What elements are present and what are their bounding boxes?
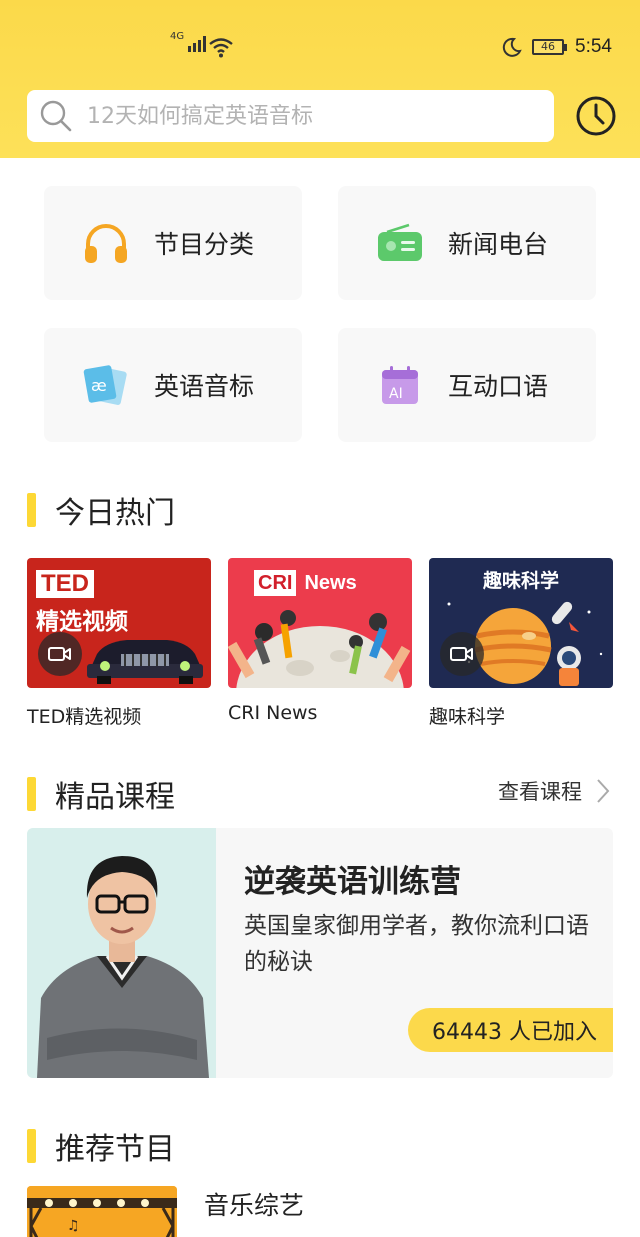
course-title: 逆袭英语训练营 — [244, 864, 461, 900]
course-description: 英国皇家御用学者，教你流利口语的秘诀 — [244, 913, 589, 975]
section-title-courses: 精品课程 — [27, 772, 175, 816]
svg-text:æ: æ — [91, 376, 107, 395]
category-label: 互动口语 — [448, 372, 549, 401]
cri-news-thumbnail: CRI News — [228, 558, 412, 688]
category-label: 节目分类 — [154, 230, 255, 259]
section-title-hot: 今日热门 — [27, 488, 175, 532]
hot-item-caption: CRI News — [228, 702, 318, 724]
video-badge — [440, 632, 484, 676]
network-type: 4G — [170, 31, 185, 42]
hot-item-fun-science[interactable]: 趣味科学 趣味科学 — [429, 558, 613, 729]
cri-logo: CRI News — [254, 570, 357, 596]
search-input[interactable] — [87, 103, 537, 129]
microphones-illustration — [228, 610, 411, 688]
section-marker — [27, 1129, 36, 1163]
category-label: 英语音标 — [154, 372, 255, 401]
category-programs[interactable]: 节目分类 — [44, 186, 302, 300]
chevron-right-icon — [597, 779, 610, 803]
svg-text:AI: AI — [389, 386, 403, 402]
course-card[interactable]: 逆袭英语训练营 英国皇家御用学者，教你流利口语的秘诀 64443 人已加入 — [27, 828, 613, 1078]
category-interactive-speaking[interactable]: AI 互动口语 — [338, 328, 596, 442]
headphones-icon — [82, 219, 130, 267]
hot-item-caption: TED精选视频 — [27, 706, 142, 728]
video-camera-icon — [450, 647, 473, 661]
phonetic-card-icon: æ — [82, 361, 130, 409]
search-bar[interactable] — [27, 90, 554, 142]
recommend-item-title: 音乐综艺 — [204, 1191, 305, 1220]
view-courses-link[interactable]: 查看课程 — [498, 776, 614, 806]
hot-item-ted[interactable]: TED 精选视频 TED精选视频 — [27, 558, 211, 729]
hot-item-caption: 趣味科学 — [429, 706, 506, 728]
ted-logo: TED — [36, 570, 94, 598]
search-icon — [40, 100, 72, 132]
car-illustration — [87, 640, 203, 684]
section-marker — [27, 777, 36, 811]
recommend-thumbnail[interactable]: ♫ — [27, 1186, 177, 1237]
history-clock-icon[interactable] — [574, 94, 618, 138]
battery-indicator: 46 — [532, 39, 567, 55]
joined-count-badge: 64443 人已加入 — [408, 1008, 613, 1052]
ted-thumbnail: TED 精选视频 — [27, 558, 211, 688]
video-badge — [38, 632, 82, 676]
header: 4G 46 5:54 — [0, 0, 640, 158]
section-title-text: 推荐节目 — [55, 1132, 175, 1167]
section-title-recommended: 推荐节目 — [27, 1124, 175, 1168]
section-marker — [27, 493, 36, 527]
instructor-photo — [27, 828, 216, 1078]
radio-icon — [376, 219, 424, 267]
wifi-icon — [209, 38, 233, 58]
clock: 5:54 — [575, 36, 612, 57]
video-camera-icon — [48, 647, 71, 661]
view-courses-label: 查看课程 — [498, 780, 582, 804]
ted-subtitle: 精选视频 — [36, 609, 128, 635]
ai-calendar-icon: AI — [376, 361, 424, 409]
status-bar: 4G 46 5:54 — [0, 30, 640, 66]
section-title-text: 精品课程 — [55, 780, 175, 815]
fun-science-thumbnail: 趣味科学 — [429, 558, 613, 688]
signal-icon: 4G — [170, 32, 207, 52]
svg-text:♫: ♫ — [67, 1218, 80, 1234]
hot-item-cri-news[interactable]: CRI News CRI News — [228, 558, 412, 724]
category-label: 新闻电台 — [448, 230, 549, 259]
section-title-text: 今日热门 — [55, 496, 175, 531]
moon-icon — [502, 37, 522, 57]
fun-science-banner: 趣味科学 — [482, 570, 559, 592]
category-news-radio[interactable]: 新闻电台 — [338, 186, 596, 300]
category-phonetics[interactable]: æ 英语音标 — [44, 328, 302, 442]
